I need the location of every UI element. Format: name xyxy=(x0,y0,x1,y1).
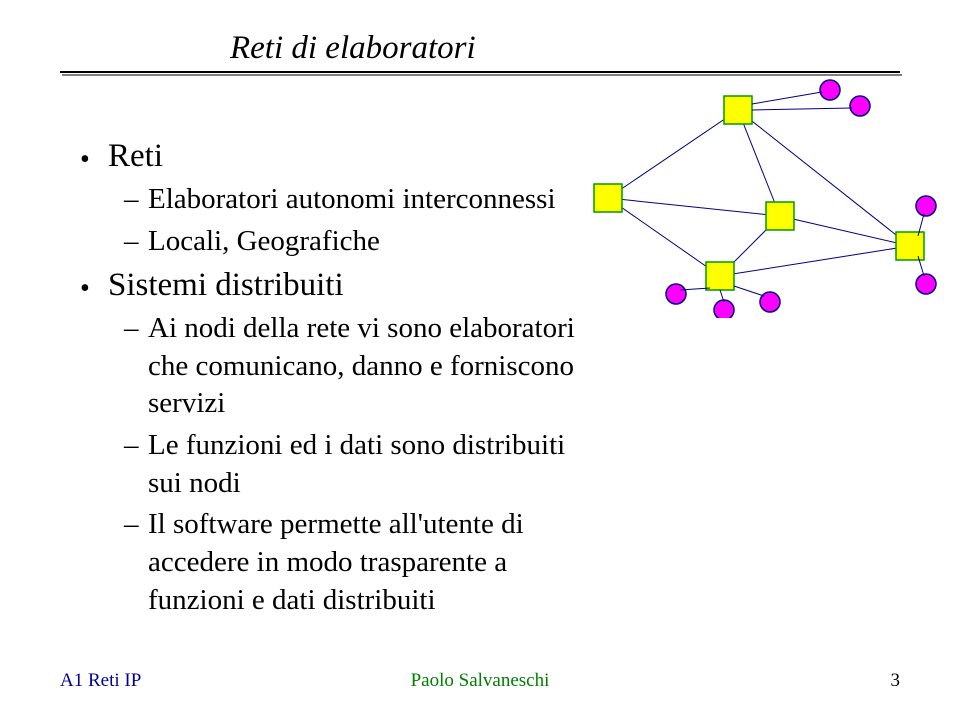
page-title: Reti di elaboratori xyxy=(60,30,900,67)
bullet-dash-icon: – xyxy=(124,181,139,219)
slide: Reti di elaboratori xyxy=(0,0,960,720)
bullet-text: Le funzioni ed i dati sono distribuiti s… xyxy=(148,429,565,499)
bullet-reti-sub1: – Elaboratori autonomi interconnessi xyxy=(80,181,600,219)
bullet-dash-icon: – xyxy=(124,223,139,261)
bullet-dash-icon: – xyxy=(124,310,139,348)
bullet-sistemi-sub1: – Ai nodi della rete vi sono elaboratori… xyxy=(80,310,600,423)
footer-center: Paolo Salvaneschi xyxy=(411,670,550,692)
title-underline-shadow xyxy=(62,74,902,76)
footer-left: A1 Reti IP xyxy=(60,670,141,692)
bullet-sistemi-sub3: – Il software permette all'utente di acc… xyxy=(80,506,600,619)
bullet-sistemi: • Sistemi distribuiti xyxy=(80,265,600,306)
bullet-dot-icon: • xyxy=(80,142,90,177)
bullet-dot-icon: • xyxy=(80,271,90,306)
content-area: • Reti – Elaboratori autonomi interconne… xyxy=(60,136,600,619)
footer-page-number: 3 xyxy=(891,670,901,692)
title-underline xyxy=(60,71,900,73)
bullet-text: Elaboratori autonomi interconnessi xyxy=(148,183,556,215)
bullet-dash-icon: – xyxy=(124,427,139,465)
bullet-reti-sub2: – Locali, Geografiche xyxy=(80,223,600,261)
bullet-text: Sistemi distribuiti xyxy=(108,267,344,303)
title-block: Reti di elaboratori xyxy=(60,30,900,76)
bullet-reti: • Reti xyxy=(80,136,600,177)
bullet-dash-icon: – xyxy=(124,506,139,544)
bullet-text: Ai nodi della rete vi sono elaboratori c… xyxy=(148,312,575,419)
network-diagram xyxy=(570,78,940,318)
bullet-text: Il software permette all'utente di acced… xyxy=(148,508,524,615)
bullet-sistemi-sub2: – Le funzioni ed i dati sono distribuiti… xyxy=(80,427,600,502)
bullet-text: Reti xyxy=(108,138,163,174)
footer: A1 Reti IP Paolo Salvaneschi 3 xyxy=(60,670,900,692)
bullet-text: Locali, Geografiche xyxy=(148,225,380,257)
